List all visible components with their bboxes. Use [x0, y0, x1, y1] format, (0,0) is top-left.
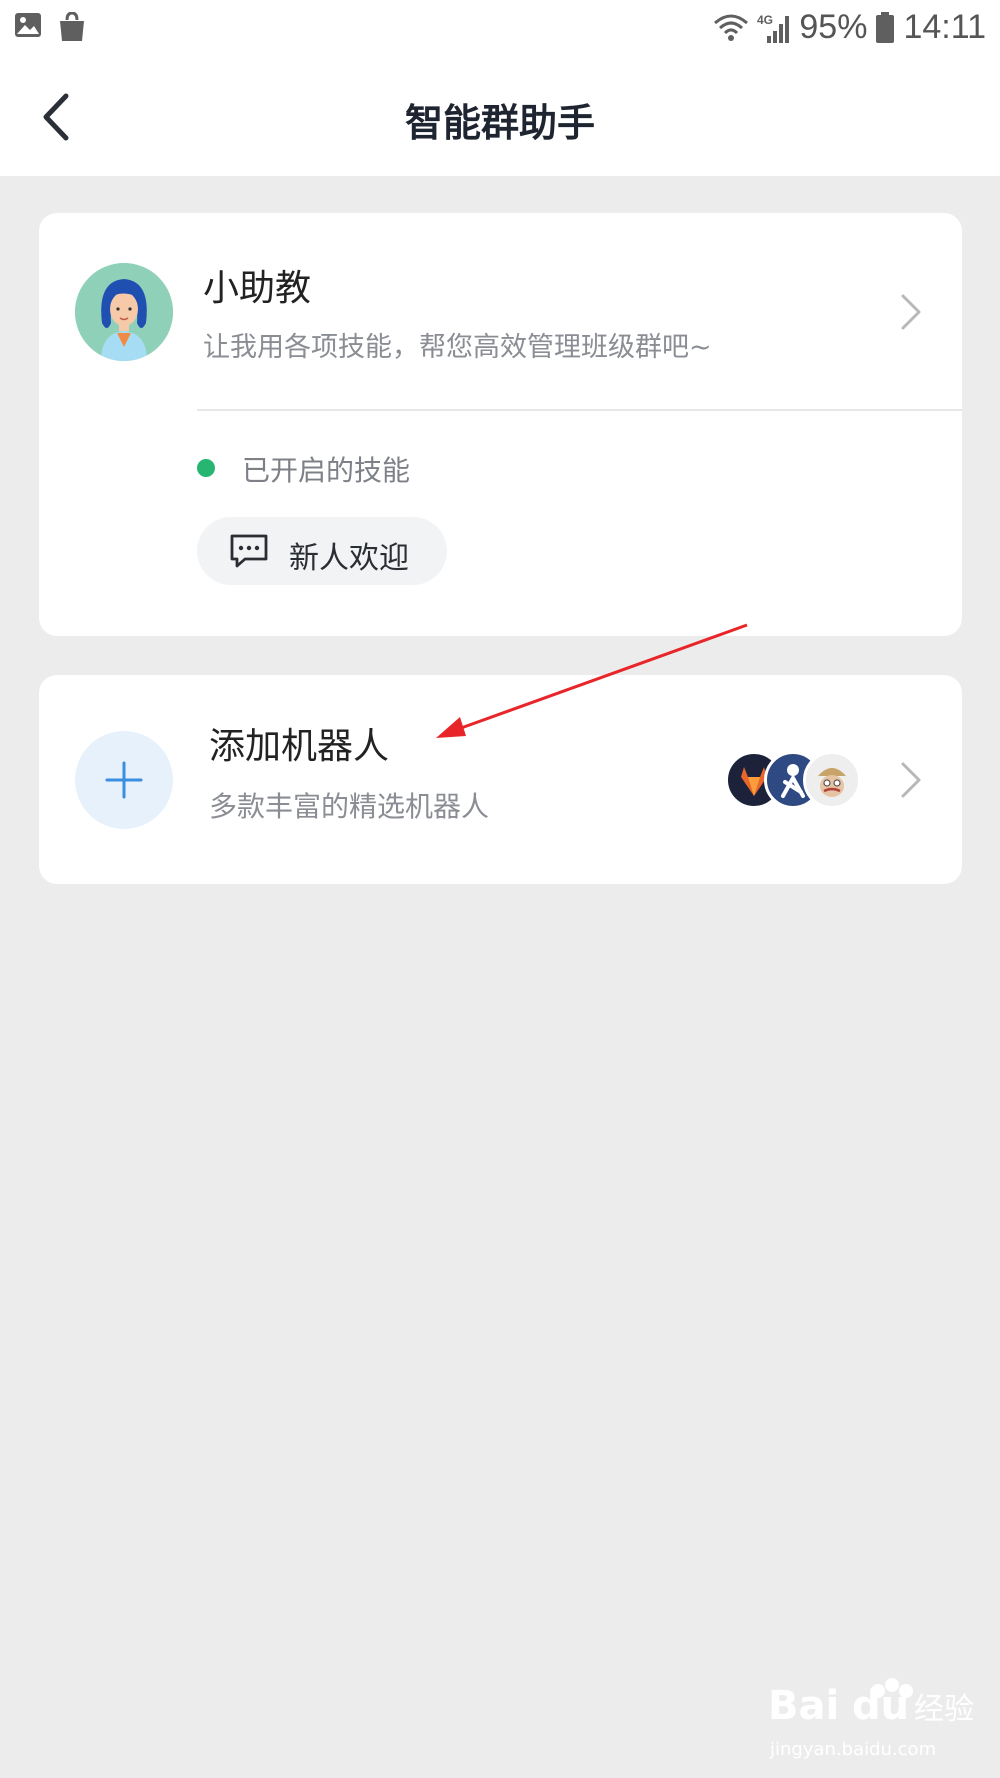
- header-bar: 智能群助手: [0, 58, 1000, 176]
- screen: 4G 95% 14:11 智能群助手 小助教 让我用各项技能，帮您高效管理班级群…: [0, 0, 1000, 1778]
- add-robot-description: 多款丰富的精选机器人: [209, 790, 490, 823]
- status-dot: [197, 459, 215, 477]
- enabled-skills-label: 已开启的技能: [242, 454, 411, 487]
- battery-percent: 95%: [799, 8, 868, 46]
- add-robot-button[interactable]: [75, 731, 173, 829]
- status-bar: 4G 95% 14:11: [0, 0, 1000, 58]
- watermark-brand: Bai: [768, 1683, 839, 1729]
- network-type-label: 4G: [757, 13, 773, 27]
- skill-chip-welcome[interactable]: 新人欢迎: [197, 517, 447, 585]
- watermark-brand-suffix: du: [852, 1683, 909, 1729]
- divider: [197, 409, 962, 411]
- chevron-right-icon: [901, 294, 921, 330]
- assistant-card[interactable]: 小助教 让我用各项技能，帮您高效管理班级群吧~ 已开启的技能 新人欢迎: [39, 213, 962, 636]
- add-robot-title: 添加机器人: [209, 726, 390, 767]
- clock: 14:11: [903, 8, 986, 46]
- wifi-icon: [714, 14, 749, 41]
- skill-label: 新人欢迎: [289, 541, 409, 576]
- chat-bubble-icon: [230, 534, 268, 568]
- chevron-right-icon: [901, 762, 921, 798]
- page-title: 智能群助手: [404, 101, 595, 145]
- signal-icon: 4G: [757, 13, 790, 43]
- plus-icon: [105, 761, 143, 799]
- assistant-avatar: [75, 263, 173, 361]
- assistant-description: 让我用各项技能，帮您高效管理班级群吧~: [203, 332, 712, 363]
- gallery-icon: [15, 13, 41, 37]
- assistant-name: 小助教: [203, 268, 312, 309]
- watermark-url: jingyan.baidu.com: [769, 1739, 936, 1760]
- shopping-bag-icon: [60, 12, 84, 41]
- battery-icon: [876, 11, 895, 43]
- teacher-avatar-icon: [75, 263, 173, 361]
- travis-bot-icon: [803, 751, 861, 809]
- add-robot-card[interactable]: 添加机器人 多款丰富的精选机器人: [39, 675, 962, 884]
- baidu-jingyan-watermark: Bai du 经验 jingyan.baidu.com: [768, 1678, 974, 1760]
- watermark-label: 经验: [914, 1692, 974, 1727]
